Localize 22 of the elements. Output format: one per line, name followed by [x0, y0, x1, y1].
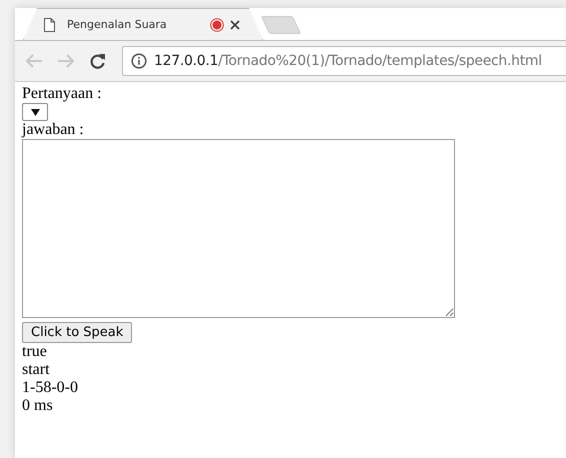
output-text: true — [22, 343, 48, 361]
question-label: Pertanyaan : — [22, 85, 103, 103]
output-text: 1-58-0-0 — [22, 379, 79, 397]
page-icon — [44, 18, 55, 32]
output-text: 0 ms — [22, 397, 54, 415]
back-icon[interactable] — [25, 53, 43, 69]
browser-tab[interactable]: Pengenalan Suara — [23, 8, 263, 40]
output-text: start — [22, 361, 51, 379]
url-path: /Tornado%20(1)/Tornado/templates/speech.html — [218, 53, 542, 69]
url-host: 127.0.0.1 — [154, 53, 218, 69]
close-icon[interactable] — [230, 20, 240, 30]
address-bar[interactable]: 127.0.0.1/Tornado%20(1)/Tornado/templates/speech.html — [122, 46, 566, 76]
forward-icon[interactable] — [57, 53, 75, 69]
answer-field[interactable] — [22, 139, 455, 318]
dropdown-arrow-icon — [30, 108, 40, 116]
speak-button[interactable]: Click to Speak — [22, 322, 132, 343]
tab-title: Pengenalan Suara — [67, 18, 167, 31]
new-tab-button[interactable] — [260, 16, 302, 34]
reload-icon[interactable] — [89, 52, 106, 70]
question-dropdown[interactable] — [22, 103, 48, 121]
info-icon — [131, 53, 147, 69]
answer-label: jawaban : — [22, 121, 85, 139]
